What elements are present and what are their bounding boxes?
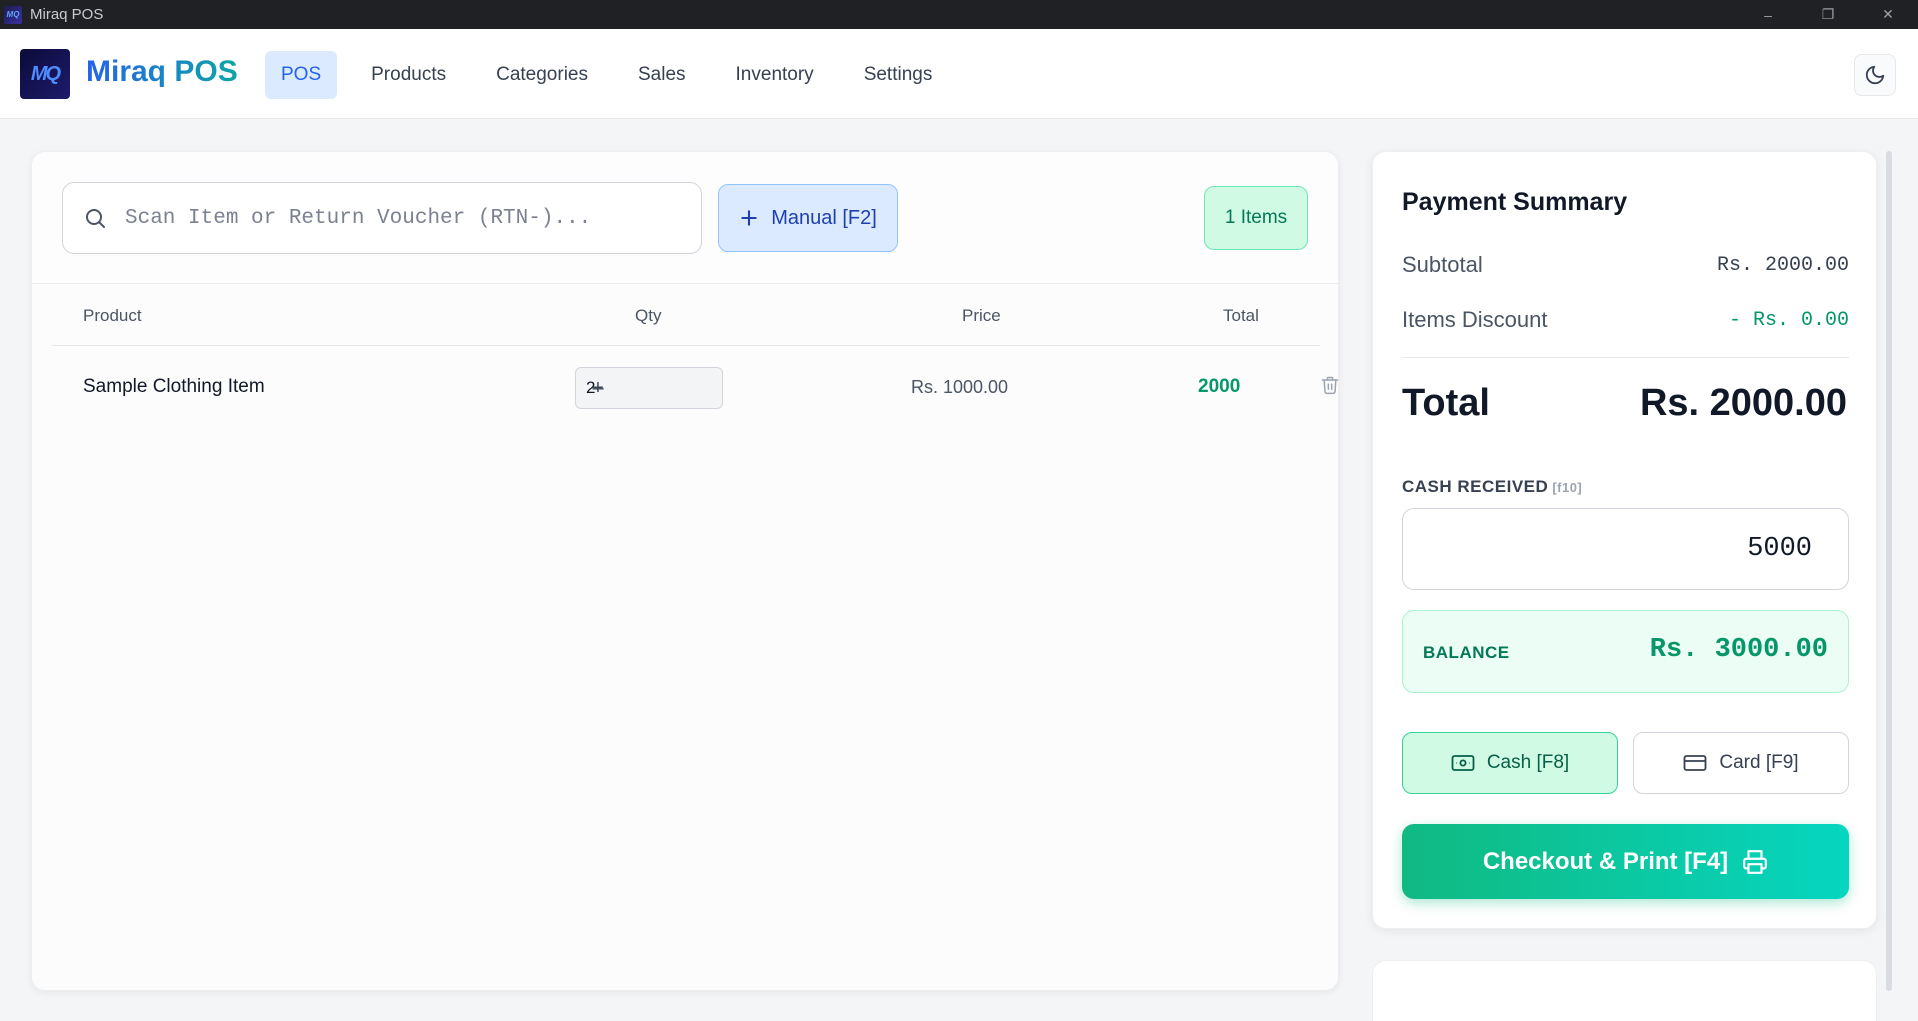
nav-item-settings[interactable]: Settings (848, 51, 949, 99)
checkout-print-button[interactable]: Checkout & Print [F4] (1402, 824, 1849, 899)
discount-label: Items Discount (1402, 307, 1548, 332)
payment-summary-title: Payment Summary (1402, 188, 1628, 216)
secondary-panel (1372, 960, 1877, 1021)
card-payment-button[interactable]: Card [F9] (1633, 732, 1849, 794)
scrollbar[interactable] (1886, 151, 1892, 991)
column-total: Total (1223, 306, 1259, 325)
nav-item-sales[interactable]: Sales (622, 51, 702, 99)
moon-icon (1865, 65, 1885, 85)
cash-received-input[interactable] (1402, 508, 1849, 590)
column-product: Product (83, 306, 142, 325)
payment-summary-panel: Payment Summary Subtotal Rs. 2000.00 Ite… (1372, 151, 1877, 929)
plus-icon (741, 210, 757, 226)
search-box[interactable] (62, 182, 702, 254)
nav-item-products[interactable]: Products (355, 51, 462, 99)
window-controls: – ❐ ✕ (1738, 0, 1918, 29)
cash-received-text: CASH RECEIVED (1402, 477, 1549, 496)
top-navbar: MQ Miraq POS POS Products Categories Sal… (0, 29, 1918, 119)
nav-item-pos[interactable]: POS (265, 51, 338, 99)
balance-box: BALANCE Rs. 3000.00 (1402, 610, 1849, 693)
card-payment-label: Card [F9] (1719, 752, 1799, 773)
total-value: Rs. 2000.00 (1639, 382, 1847, 424)
subtotal-label: Subtotal (1402, 252, 1483, 277)
cash-payment-label: Cash [F8] (1486, 752, 1570, 773)
line-total: 2000 (1198, 376, 1241, 397)
items-count-badge: 1 Items (1204, 186, 1308, 250)
app-icon: MQ (4, 5, 22, 24)
trash-icon[interactable] (1320, 374, 1340, 401)
search-input[interactable] (125, 206, 701, 230)
minimize-button[interactable]: – (1738, 0, 1798, 29)
nav-menu: POS Products Categories Sales Inventory … (265, 51, 966, 99)
credit-card-icon (1683, 755, 1707, 771)
subtotal-row: Subtotal Rs. 2000.00 (1402, 252, 1849, 278)
window-title: Miraq POS (30, 6, 104, 23)
discount-value: - Rs. 0.00 (1728, 309, 1849, 332)
quantity-stepper: – 2 + (575, 367, 723, 409)
table-header: Product Qty Price Total (52, 284, 1320, 346)
checkout-label: Checkout & Print [F4] (1482, 847, 1729, 875)
discount-row: Items Discount - Rs. 0.00 (1402, 307, 1849, 333)
cash-payment-button[interactable]: Cash [F8] (1402, 732, 1618, 794)
total-label: Total (1402, 382, 1490, 424)
product-name: Sample Clothing Item (83, 376, 265, 397)
cash-received-label: CASH RECEIVED [f10] (1402, 477, 1582, 497)
balance-label: BALANCE (1423, 643, 1510, 662)
close-button[interactable]: ✕ (1858, 0, 1918, 29)
nav-item-categories[interactable]: Categories (480, 51, 604, 99)
table-row: Sample Clothing Item – 2 + Rs. 1000.00 2… (52, 346, 1339, 430)
manual-add-button[interactable]: Manual [F2] (718, 184, 898, 252)
window-titlebar: MQ Miraq POS – ❐ ✕ (0, 0, 1918, 29)
column-price: Price (962, 306, 1001, 325)
unit-price: Rs. 1000.00 (911, 377, 1009, 397)
subtotal-value: Rs. 2000.00 (1716, 254, 1849, 277)
manual-add-label: Manual [F2] (771, 206, 877, 229)
logo: MQ (20, 49, 70, 99)
printer-icon (1743, 849, 1768, 874)
summary-divider (1402, 357, 1849, 358)
theme-toggle-button[interactable] (1854, 54, 1896, 96)
search-icon (83, 206, 107, 230)
balance-value: Rs. 3000.00 (1649, 635, 1828, 665)
nav-item-inventory[interactable]: Inventory (720, 51, 830, 99)
column-qty: Qty (635, 306, 662, 325)
cart-panel: Manual [F2] 1 Items Product Qty Price To… (31, 151, 1339, 991)
cash-shortcut-hint: [f10] (1552, 480, 1583, 495)
cart-toolbar: Manual [F2] 1 Items (32, 152, 1338, 284)
banknote-icon (1451, 755, 1475, 771)
brand-title: Miraq POS (86, 55, 238, 88)
qty-increment-button[interactable]: + (586, 377, 610, 400)
cart-table: Product Qty Price Total Sample Clothing … (52, 284, 1339, 430)
maximize-button[interactable]: ❐ (1798, 0, 1858, 29)
